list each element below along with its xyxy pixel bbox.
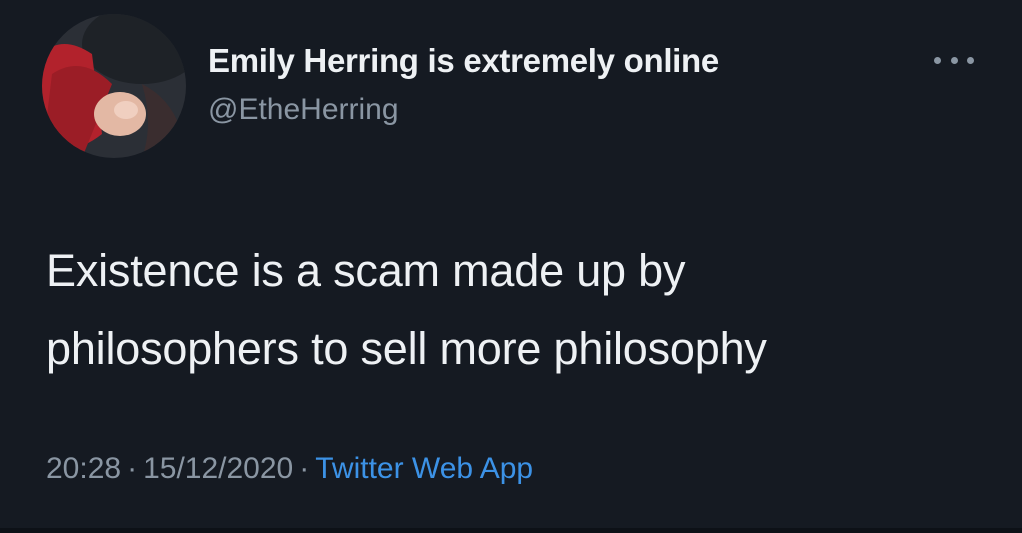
user-handle[interactable]: @EtheHerring: [208, 93, 399, 127]
more-horizontal-icon-dot: [950, 56, 958, 64]
tweet-text-line: philosophers to sell more philosophy: [46, 323, 767, 374]
tweet-time[interactable]: 20:28: [46, 452, 121, 485]
avatar[interactable]: [42, 14, 186, 158]
tweet-card: Emily Herring is extremely online @EtheH…: [0, 0, 1022, 533]
tweet-text-line: Existence is a scam made up by: [46, 245, 686, 296]
bottom-divider: [0, 528, 1022, 533]
more-options-button[interactable]: [934, 48, 974, 72]
profile-photo-icon: [42, 14, 186, 158]
more-horizontal-icon-dot: [967, 56, 974, 64]
tweet-meta: 20:28 · 15/12/2020 · Twitter Web App: [46, 452, 533, 486]
tweet-text: Existence is a scam made up by philosoph…: [46, 232, 996, 388]
display-name[interactable]: Emily Herring is extremely online: [208, 42, 719, 80]
more-horizontal-icon: [934, 56, 941, 64]
tweet-date[interactable]: 15/12/2020: [143, 452, 293, 485]
meta-separator: ·: [127, 452, 138, 485]
tweet-source-link[interactable]: Twitter Web App: [315, 452, 533, 485]
meta-separator: ·: [299, 452, 310, 485]
